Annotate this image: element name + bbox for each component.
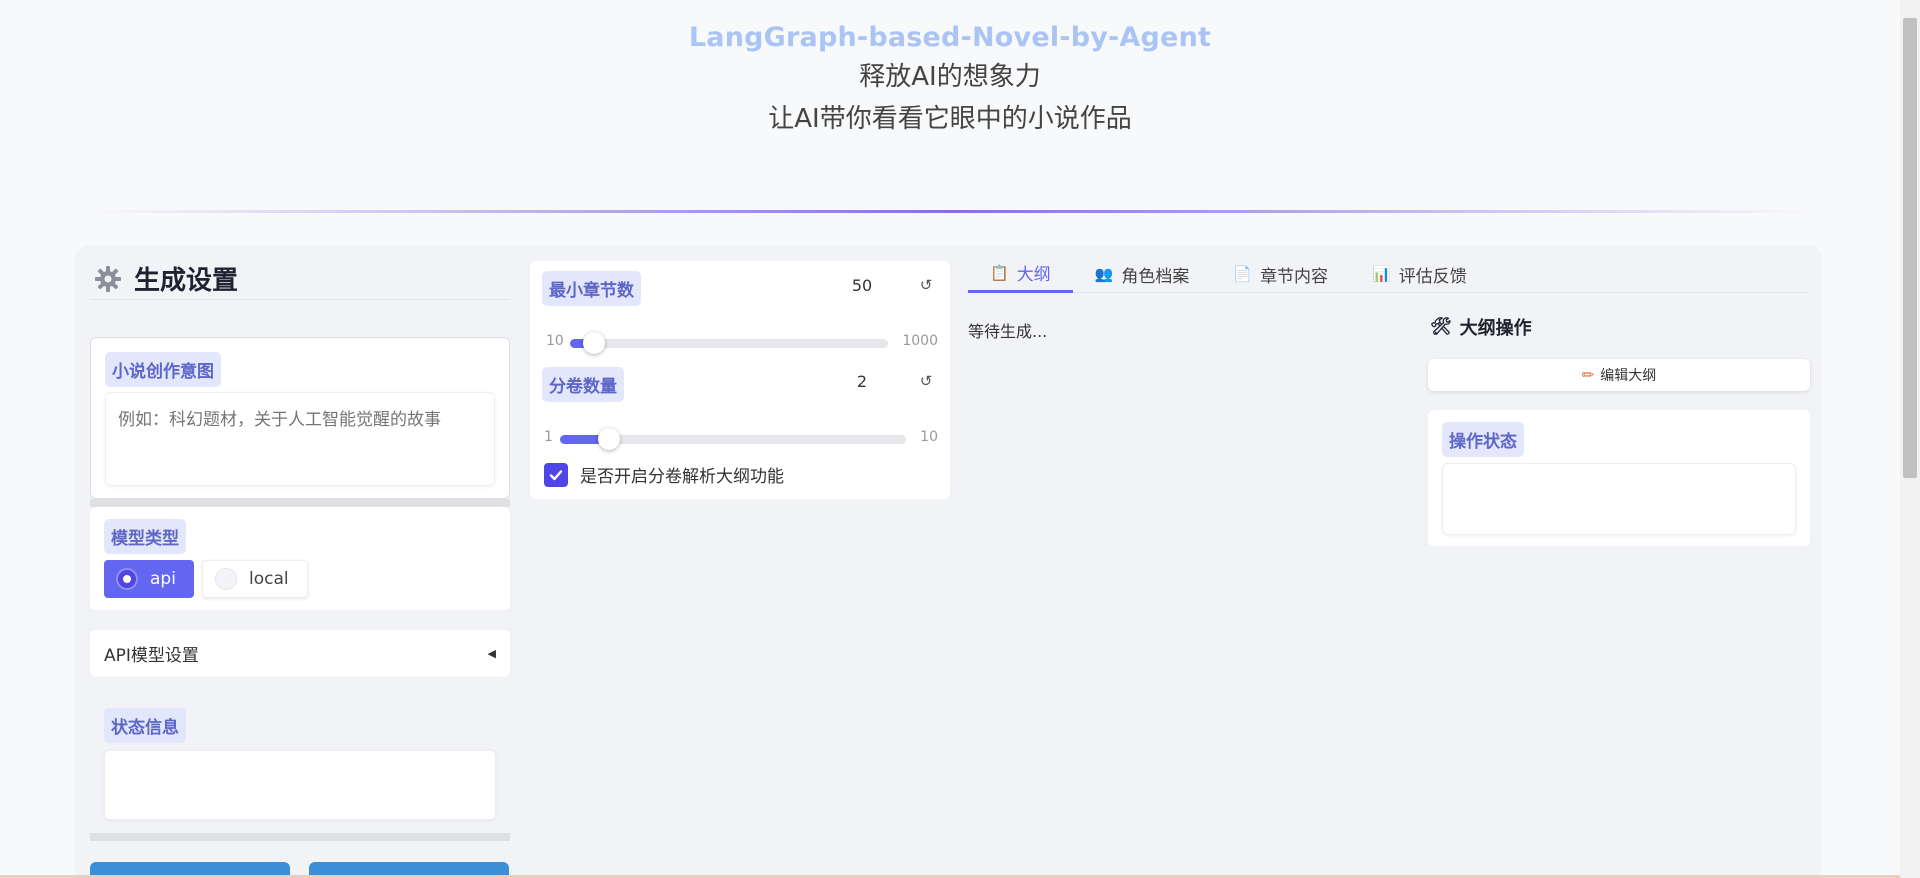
volumes-slider[interactable] <box>560 428 906 450</box>
tab-characters-label: 角色档案 <box>1121 266 1190 287</box>
status-card: 状态信息 <box>90 698 510 826</box>
subtitle-line-1: 释放AI的想象力 <box>859 62 1041 92</box>
volumes-label: 分卷数量 <box>542 367 624 402</box>
gear-icon <box>94 265 122 293</box>
tab-outline[interactable]: 📋 大纲 <box>968 255 1073 293</box>
outline-output: 等待生成... <box>968 322 1048 341</box>
tab-chapters-label: 章节内容 <box>1260 266 1329 287</box>
op-status-card: 操作状态 <box>1428 410 1810 546</box>
intent-resize-strip <box>90 499 510 507</box>
radio-local[interactable]: local <box>202 560 308 598</box>
settings-title: 生成设置 <box>134 266 239 296</box>
slider-thumb[interactable] <box>582 332 605 354</box>
checkbox-checked-icon[interactable] <box>544 462 568 487</box>
min-chapters-input[interactable]: 50 <box>822 271 902 301</box>
edit-outline-button[interactable]: ✏ 编辑大纲 <box>1428 359 1810 391</box>
intent-card: 小说创作意图 <box>90 337 510 499</box>
clipboard-icon: 📋 <box>990 263 1009 282</box>
radio-api-label: api <box>150 569 176 589</box>
tab-chapters[interactable]: 📄 章节内容 <box>1211 255 1350 293</box>
min-chapters-slider[interactable] <box>570 332 888 354</box>
min-chapters-min: 10 <box>546 333 564 349</box>
tab-evaluation[interactable]: 📊 评估反馈 <box>1350 255 1489 293</box>
tools-icon: 🛠 <box>1430 317 1452 337</box>
scrollbar-thumb[interactable] <box>1903 18 1917 478</box>
volumes-input[interactable]: 2 <box>822 367 902 397</box>
op-status-output[interactable] <box>1442 463 1796 535</box>
page-scrollbar[interactable] <box>1900 0 1920 878</box>
subtitle-line-2: 让AI带你看看它眼中的小说作品 <box>768 104 1132 134</box>
status-label: 状态信息 <box>104 708 186 743</box>
document-icon: 📄 <box>1233 265 1253 283</box>
api-settings-label: API模型设置 <box>104 646 199 666</box>
header-divider <box>90 210 1810 213</box>
settings-header: 生成设置 <box>90 258 510 300</box>
radio-unselected-icon <box>215 568 237 590</box>
chart-icon: 📊 <box>1372 265 1391 283</box>
outline-ops-title: 大纲操作 <box>1459 318 1532 339</box>
tab-characters[interactable]: 👥 角色档案 <box>1073 255 1212 293</box>
intent-label: 小说创作意图 <box>105 352 221 387</box>
status-output[interactable] <box>104 750 496 820</box>
volume-parse-option[interactable]: 是否开启分卷解析大纲功能 <box>544 462 784 487</box>
min-chapters-label: 最小章节数 <box>542 271 641 306</box>
output-tabs: 📋 大纲 👥 角色档案 📄 章节内容 📊 评估反馈 <box>968 255 1808 293</box>
params-card: 最小章节数 50 ↺ 10 1000 分卷数量 2 ↺ 1 10 是否开启分卷解… <box>530 261 950 499</box>
pencil-icon: ✏ <box>1581 366 1595 384</box>
api-settings-accordion[interactable]: API模型设置 ◀ <box>90 630 510 677</box>
outline-ops-header: 🛠 大纲操作 <box>1430 314 1532 340</box>
caret-left-icon: ◀ <box>487 647 496 660</box>
radio-api[interactable]: api <box>104 560 194 598</box>
intent-input[interactable] <box>105 392 495 486</box>
volumes-slider-group: 分卷数量 2 ↺ 1 10 <box>542 367 938 450</box>
people-icon: 👥 <box>1094 265 1114 283</box>
tab-evaluation-label: 评估反馈 <box>1398 266 1467 287</box>
model-type-label: 模型类型 <box>104 519 186 554</box>
radio-local-label: local <box>249 569 289 589</box>
tab-outline-label: 大纲 <box>1016 265 1051 285</box>
volumes-min: 1 <box>544 429 553 445</box>
min-chapters-slider-group: 最小章节数 50 ↺ 10 1000 <box>542 271 938 354</box>
edit-outline-label: 编辑大纲 <box>1600 368 1657 384</box>
min-chapters-max: 1000 <box>902 333 938 349</box>
app-title: LangGraph-based-Novel-by-Agent <box>688 22 1212 53</box>
page-header: LangGraph-based-Novel-by-Agent 释放AI的想象力 … <box>0 20 1900 140</box>
slider-thumb[interactable] <box>598 428 621 450</box>
volumes-max: 10 <box>920 429 938 445</box>
radio-selected-icon <box>116 568 138 590</box>
status-resize-strip <box>90 833 510 841</box>
volume-parse-label: 是否开启分卷解析大纲功能 <box>580 467 784 487</box>
reset-icon[interactable]: ↺ <box>914 367 938 395</box>
model-type-card: 模型类型 api local <box>90 507 510 610</box>
reset-icon[interactable]: ↺ <box>914 271 938 299</box>
op-status-label: 操作状态 <box>1442 422 1524 457</box>
